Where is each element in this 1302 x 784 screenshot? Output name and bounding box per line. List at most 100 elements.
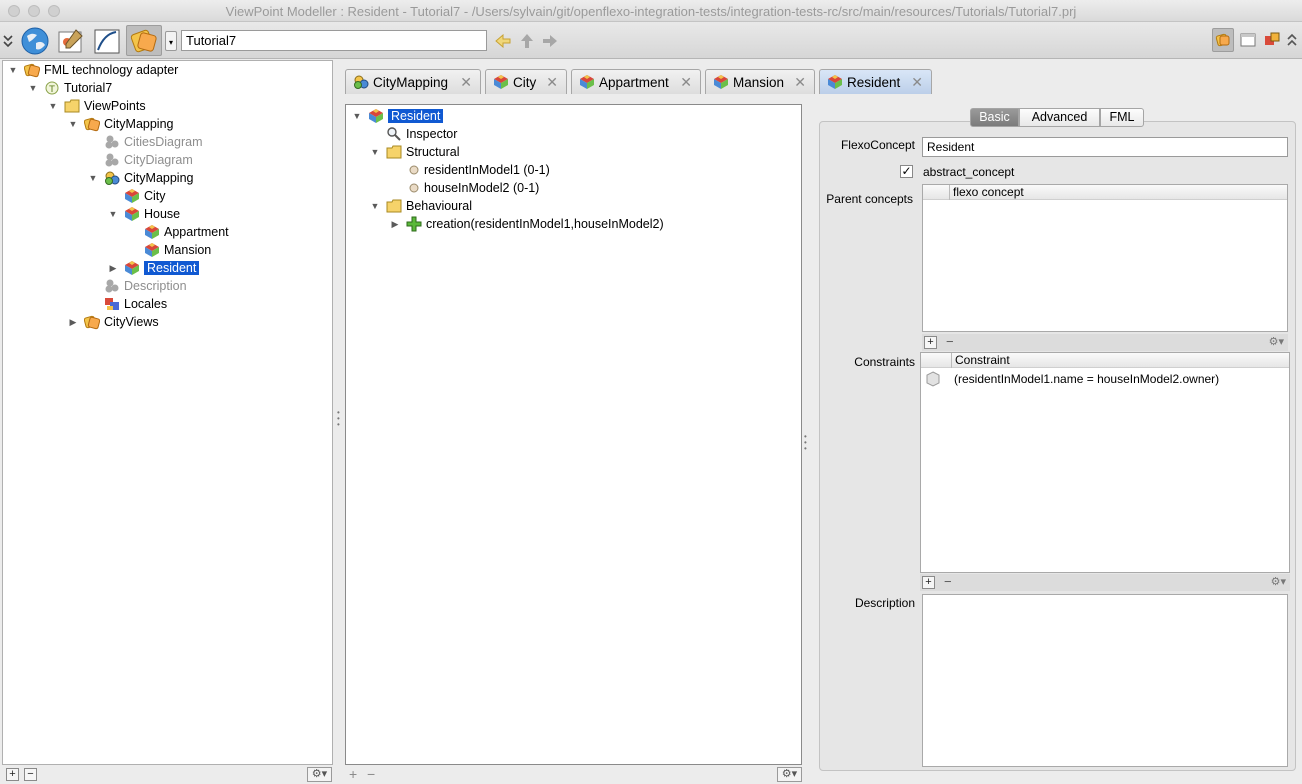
expanded-triangle-icon[interactable]: ▼ [6, 65, 20, 75]
add-parent-button[interactable]: + [924, 336, 937, 349]
viewpoint-icon[interactable] [126, 25, 162, 56]
expanded-triangle-icon[interactable]: ▼ [26, 83, 40, 93]
close-tab-icon[interactable]: ✕ [680, 74, 692, 91]
expanded-triangle-icon[interactable]: ▼ [350, 111, 364, 121]
close-tab-icon[interactable]: ✕ [794, 74, 806, 91]
close-tab-icon[interactable]: ✕ [546, 74, 558, 91]
add-button[interactable]: + [349, 766, 357, 782]
layout-icon[interactable] [1262, 28, 1282, 52]
tree-node[interactable]: ▼ CityMapping [86, 169, 193, 187]
tree-node[interactable]: ▼ FML technology adapter [6, 61, 178, 79]
tab-resident[interactable]: Resident ✕ [819, 69, 932, 94]
collapsed-triangle-icon[interactable]: ▶ [106, 263, 120, 274]
expanded-triangle-icon[interactable]: ▼ [368, 201, 382, 211]
expand-up-icon[interactable] [1284, 28, 1300, 52]
abstract-concept-checkbox[interactable]: ✓ [900, 165, 913, 178]
table-row[interactable]: (residentInModel1.name = houseInModel2.o… [921, 370, 1289, 388]
diagram-icon[interactable] [55, 25, 86, 56]
tab-basic[interactable]: Basic [970, 108, 1019, 127]
up-arrow-icon[interactable] [518, 25, 536, 56]
window-title: ViewPoint Modeller : Resident - Tutorial… [225, 4, 1077, 19]
project-field[interactable]: Tutorial7 [181, 30, 487, 51]
settings-gear-icon[interactable]: ⚙▾ [307, 767, 332, 782]
tree-node[interactable]: ▼ ViewPoints [46, 97, 146, 115]
tree-node[interactable]: Appartment [126, 223, 229, 241]
tab-appartment[interactable]: Appartment ✕ [571, 69, 701, 94]
table-header: Constraint [921, 353, 1289, 368]
expanded-triangle-icon[interactable]: ▼ [106, 209, 120, 219]
tree-node[interactable]: ▼ T Tutorial7 [26, 79, 113, 97]
settings-gear-icon[interactable]: ⚙▾ [1271, 575, 1286, 588]
remove-constraint-button[interactable]: − [944, 574, 952, 589]
tree-node[interactable]: City [106, 187, 166, 205]
cluster-icon [104, 278, 120, 294]
tree-node[interactable]: Mansion [126, 241, 211, 259]
add-button[interactable]: + [6, 768, 19, 781]
concept-tree-panel: ▼ Resident Inspector ▼ Structural reside… [345, 104, 802, 765]
tab-label: City [513, 74, 537, 90]
back-arrow-icon[interactable] [494, 25, 512, 56]
tree-node-label: ViewPoints [84, 99, 146, 113]
tree-node-behaviour[interactable]: ▶ creation(residentInModel1,houseInModel… [388, 215, 664, 233]
expanded-triangle-icon[interactable]: ▼ [368, 147, 382, 157]
tree-node[interactable]: ▼ CityMapping [66, 115, 173, 133]
virtual-model-icon [104, 170, 120, 186]
tree-node-label: FML technology adapter [44, 63, 179, 77]
expanded-triangle-icon[interactable]: ▼ [86, 173, 100, 183]
tree-node[interactable]: ▶ Resident [106, 259, 200, 277]
tree-node-label: CityViews [104, 315, 159, 329]
tab-advanced[interactable]: Advanced [1019, 108, 1100, 127]
flexo-concept-field[interactable]: Resident [922, 137, 1288, 157]
tree-node-label: Locales [124, 297, 168, 311]
tree-node[interactable]: ▶ CityViews [66, 313, 159, 331]
settings-gear-icon[interactable]: ⚙▾ [777, 767, 802, 782]
tree-node-resident[interactable]: ▼ Resident [350, 107, 444, 125]
tree-node-behavioural[interactable]: ▼ Behavioural [368, 197, 472, 215]
description-textarea[interactable] [922, 594, 1288, 767]
tree-node[interactable]: CitiesDiagram [86, 133, 203, 151]
tree-node-label: Inspector [406, 127, 458, 141]
remove-parent-button[interactable]: − [946, 334, 954, 349]
constraint-expression: (residentInModel1.name = houseInModel2.o… [954, 372, 1220, 386]
expanded-triangle-icon[interactable]: ▼ [66, 119, 80, 129]
tab-fml[interactable]: FML [1100, 108, 1144, 127]
tree-node-structural[interactable]: ▼ Structural [368, 143, 460, 161]
remove-button[interactable]: − [24, 768, 37, 781]
forward-arrow-icon[interactable] [541, 25, 559, 56]
close-tab-icon[interactable]: ✕ [911, 74, 923, 91]
tab-citymapping[interactable]: CityMapping ✕ [345, 69, 481, 94]
window-title-bar: ViewPoint Modeller : Resident - Tutorial… [0, 0, 1302, 22]
left-splitter-grip[interactable]: • • • [337, 409, 341, 429]
add-constraint-button[interactable]: + [922, 576, 935, 589]
globe-icon[interactable] [19, 25, 50, 56]
tree-node-role[interactable]: residentInModel1 (0-1) [408, 161, 550, 179]
tab-mansion[interactable]: Mansion ✕ [705, 69, 815, 94]
tree-node[interactable]: Locales [86, 295, 167, 313]
collapse-icon[interactable] [0, 25, 16, 56]
tree-node-label: CityMapping [104, 117, 174, 131]
settings-gear-icon[interactable]: ⚙▾ [1269, 335, 1284, 348]
concept-icon [144, 242, 160, 258]
viewpoint-perspective-icon[interactable] [1212, 28, 1234, 52]
close-tab-icon[interactable]: ✕ [460, 74, 472, 91]
tree-node-label: Structural [406, 145, 460, 159]
tree-node-role[interactable]: houseInModel2 (0-1) [408, 179, 539, 197]
remove-button[interactable]: − [367, 766, 375, 782]
viewpoint-icon [23, 62, 41, 78]
tree-node-inspector[interactable]: Inspector [386, 125, 457, 143]
collapsed-triangle-icon[interactable]: ▶ [388, 219, 402, 230]
project-icon: T [44, 80, 60, 96]
window-icon[interactable] [1238, 28, 1258, 52]
tab-city[interactable]: City ✕ [485, 69, 567, 94]
tree-node[interactable]: ▼ House [106, 205, 180, 223]
tree-node-label: houseInModel2 (0-1) [424, 181, 540, 195]
right-splitter-grip[interactable]: • • • [804, 433, 808, 453]
project-dropdown-button[interactable]: ▾ [165, 31, 177, 51]
svg-text:T: T [48, 85, 55, 95]
collapsed-triangle-icon[interactable]: ▶ [66, 317, 80, 328]
draw-icon[interactable] [91, 25, 122, 56]
tree-node[interactable]: CityDiagram [86, 151, 193, 169]
expanded-triangle-icon[interactable]: ▼ [46, 101, 60, 111]
tree-node[interactable]: Description [86, 277, 187, 295]
tab-label: CityMapping [373, 74, 449, 90]
